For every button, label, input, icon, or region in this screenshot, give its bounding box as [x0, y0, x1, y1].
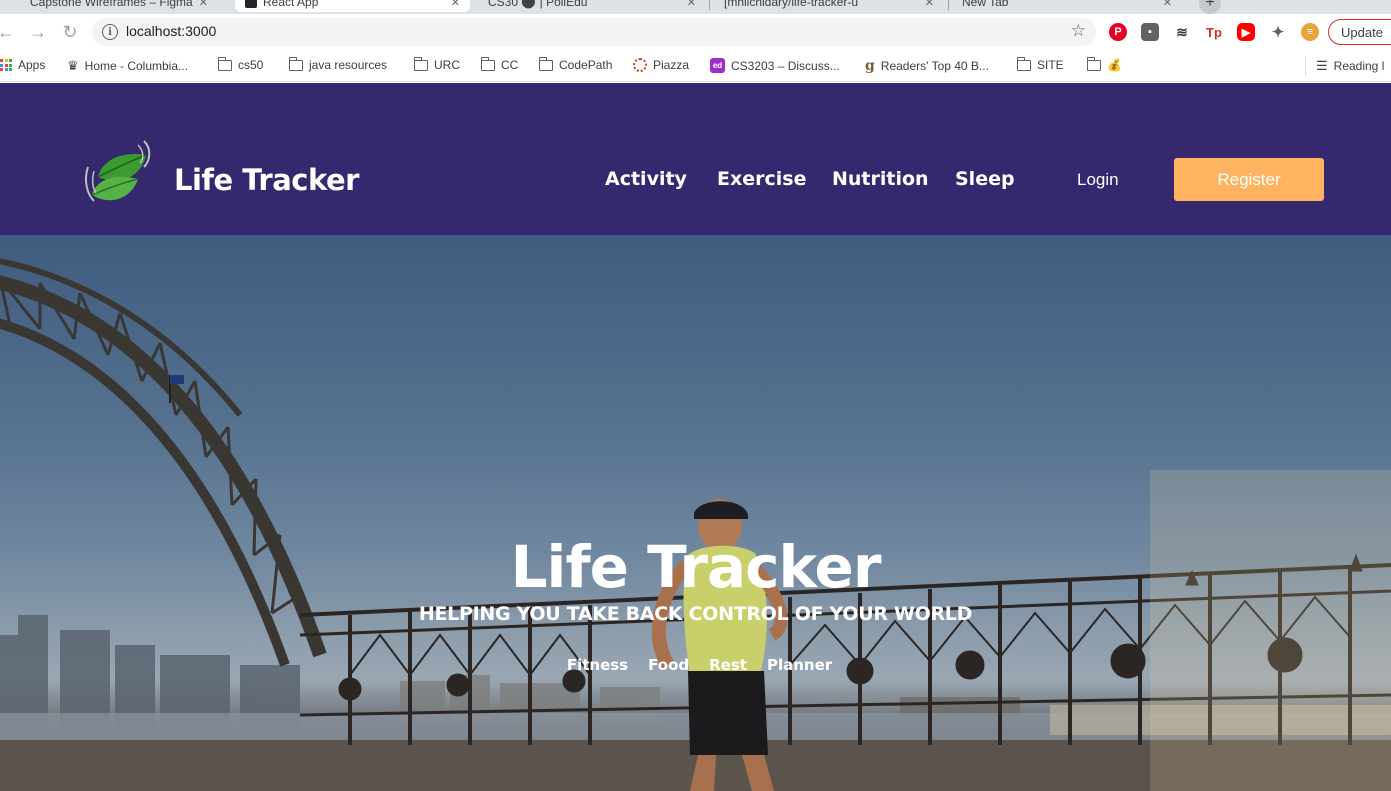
- star-icon[interactable]: ☆: [1071, 21, 1086, 41]
- close-icon[interactable]: ✕: [1163, 0, 1172, 9]
- readermode-icon[interactable]: ≋: [1173, 23, 1191, 41]
- piazza-icon: [633, 58, 647, 72]
- puzzle-icon[interactable]: ✦: [1269, 23, 1287, 41]
- hero-link-food[interactable]: Food: [648, 656, 689, 674]
- nav-link-exercise[interactable]: Exercise: [717, 168, 806, 190]
- bookmark-cs50[interactable]: cs50: [217, 56, 264, 72]
- bookmark-urc[interactable]: URC: [413, 56, 460, 72]
- bookmark-label: CodePath: [559, 58, 613, 72]
- youtube-icon[interactable]: ▶: [1237, 23, 1255, 41]
- bookmark-label: SITE: [1037, 58, 1064, 72]
- bookmark-label: Readers' Top 40 B...: [880, 59, 989, 73]
- app-navbar: Life Tracker Activity Exercise Nutrition…: [0, 83, 1391, 235]
- back-icon[interactable]: ←: [0, 20, 18, 44]
- info-icon[interactable]: i: [102, 24, 118, 40]
- nav-link-activity[interactable]: Activity: [605, 168, 687, 190]
- bookmark-piazza[interactable]: Piazza: [633, 58, 689, 72]
- bookmark-label: java resources: [309, 58, 388, 72]
- hero-link-planner[interactable]: Planner: [767, 656, 832, 674]
- bookmark-label: CC: [501, 58, 519, 72]
- bookmark-label: URC: [434, 58, 460, 72]
- login-link[interactable]: Login: [1077, 170, 1119, 190]
- tab-title: Capstone Wireframes – Figma: [30, 0, 193, 9]
- folder-icon: [480, 56, 495, 71]
- hero-links: Fitness Food Rest Planner: [0, 656, 1391, 674]
- browser-tab[interactable]: [mhiichidary/life-tracker-u ✕: [714, 0, 944, 12]
- goodreads-icon: g: [865, 58, 875, 74]
- tab-title: [mhiichidary/life-tracker-u: [724, 0, 859, 9]
- bookmark-java-resources[interactable]: java resources: [288, 56, 388, 72]
- bookmark-codepath[interactable]: CodePath: [538, 56, 613, 72]
- hero-subtitle: HELPING YOU TAKE BACK CONTROL OF YOUR WO…: [418, 603, 973, 625]
- bookmark-label: cs50: [238, 58, 264, 72]
- bookmark-home-columbia[interactable]: ♛ Home - Columbia...: [67, 58, 188, 74]
- register-button[interactable]: Register: [1174, 158, 1324, 201]
- bookmark-cc[interactable]: CC: [480, 56, 519, 72]
- url-text[interactable]: localhost:3000: [126, 23, 216, 39]
- burger-icon[interactable]: ≡: [1301, 23, 1319, 41]
- new-tab-icon[interactable]: +: [1199, 0, 1221, 14]
- close-icon[interactable]: ✕: [925, 0, 934, 9]
- tab-title: New Tab: [962, 0, 1009, 9]
- hero-section: Life Tracker HELPING YOU TAKE BACK CONTR…: [0, 235, 1391, 791]
- close-icon[interactable]: ✕: [451, 0, 460, 9]
- update-button[interactable]: Update: [1328, 19, 1391, 45]
- tab-title: CS30 ⚫ | PollEdu: [488, 0, 588, 9]
- leaf-logo-icon[interactable]: [84, 137, 154, 209]
- apps-grid-icon: [0, 59, 12, 71]
- ed-icon: ed: [710, 58, 725, 73]
- folder-icon: [1016, 56, 1031, 71]
- browser-toolbar: ← → ↻ i localhost:3000 ☆ P ▪ ≋ Tp ▶ ✦ ≡ …: [0, 14, 1391, 50]
- folder-icon: [288, 56, 303, 71]
- browser-tab-active[interactable]: React App ✕: [235, 0, 470, 12]
- forward-icon[interactable]: →: [26, 20, 50, 44]
- bookmark-apps[interactable]: Apps: [0, 58, 45, 72]
- reading-list-icon: ☰: [1316, 58, 1328, 73]
- folder-icon: [413, 56, 428, 71]
- tab-title: React App: [263, 0, 319, 9]
- address-bar[interactable]: i localhost:3000 ☆: [92, 18, 1096, 46]
- folder-icon: [1086, 56, 1101, 71]
- hero-background-image: [0, 258, 1391, 791]
- hero-link-fitness[interactable]: Fitness: [567, 656, 628, 674]
- tp-icon[interactable]: Tp: [1205, 23, 1223, 41]
- bookmarks-bar: Apps ♛ Home - Columbia... cs50 java reso…: [0, 50, 1391, 82]
- reading-list[interactable]: ☰ Reading l: [1316, 58, 1384, 74]
- pocket-icon[interactable]: ▪: [1141, 23, 1159, 41]
- bookmark-money[interactable]: 💰: [1086, 56, 1122, 72]
- close-icon[interactable]: ✕: [687, 0, 696, 9]
- browser-tab[interactable]: New Tab ✕: [952, 0, 1182, 12]
- reading-list-label: Reading l: [1333, 59, 1385, 73]
- nav-link-nutrition[interactable]: Nutrition: [832, 168, 929, 190]
- brand-name[interactable]: Life Tracker: [174, 163, 359, 197]
- browser-tab-strip: Capstone Wireframes – Figma ✕ React App …: [0, 0, 1391, 14]
- browser-tab[interactable]: Capstone Wireframes – Figma ✕: [20, 0, 218, 12]
- reload-icon[interactable]: ↻: [58, 20, 82, 44]
- bookmark-label: Piazza: [653, 58, 690, 72]
- hero-link-rest[interactable]: Rest: [709, 656, 747, 674]
- react-icon: [245, 0, 257, 8]
- nav-link-sleep[interactable]: Sleep: [955, 168, 1015, 190]
- bookmark-readers-top-40[interactable]: g Readers' Top 40 B...: [865, 58, 989, 74]
- bookmark-label: Apps: [18, 58, 46, 72]
- pinterest-icon[interactable]: P: [1109, 23, 1127, 41]
- folder-icon: [217, 56, 232, 71]
- bookmark-label: Home - Columbia...: [84, 59, 189, 73]
- bookmark-site[interactable]: SITE: [1016, 56, 1064, 72]
- bookmark-label: 💰: [1107, 58, 1122, 72]
- close-icon[interactable]: ✕: [199, 0, 208, 9]
- bookmark-label: CS3203 – Discuss...: [731, 58, 840, 73]
- folder-icon: [538, 56, 553, 71]
- browser-tab[interactable]: CS30 ⚫ | PollEdu ✕: [478, 0, 706, 12]
- hero-title: Life Tracker: [510, 533, 882, 601]
- crown-icon: ♛: [67, 58, 79, 73]
- bookmark-cs3203[interactable]: ed CS3203 – Discuss...: [710, 58, 840, 73]
